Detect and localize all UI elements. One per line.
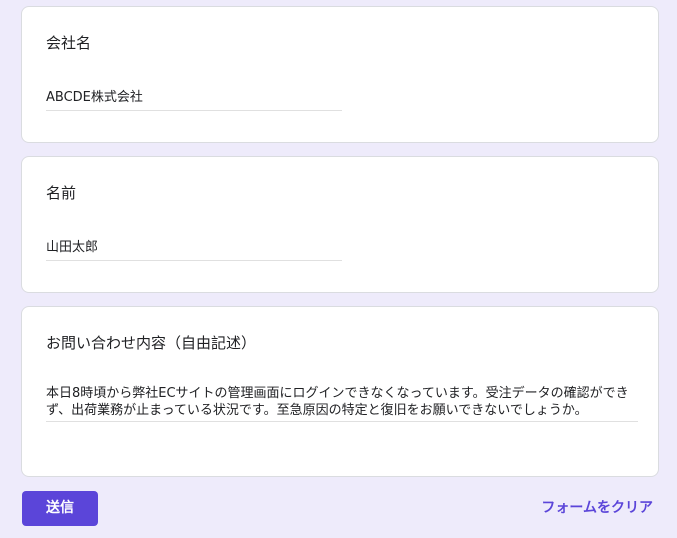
inquiry-answer-field[interactable]: 本日8時頃から弊社ECサイトの管理画面にログインできなくなっています。受注データ…: [46, 385, 638, 422]
question-title-company: 会社名: [46, 34, 92, 52]
name-answer-field[interactable]: 山田太郎: [46, 239, 342, 261]
question-title-inquiry: お問い合わせ内容（自由記述）: [46, 334, 257, 352]
clear-form-button[interactable]: フォームをクリア: [541, 498, 653, 518]
question-card-name: 名前 山田太郎: [21, 156, 659, 293]
submit-button[interactable]: 送信: [22, 491, 98, 526]
question-card-company: 会社名 ABCDE株式会社: [21, 6, 659, 143]
company-answer-field[interactable]: ABCDE株式会社: [46, 89, 342, 111]
question-title-name: 名前: [46, 184, 77, 202]
form-page: 会社名 ABCDE株式会社 名前 山田太郎 お問い合わせ内容（自由記述） 本日8…: [0, 0, 677, 538]
question-card-inquiry: お問い合わせ内容（自由記述） 本日8時頃から弊社ECサイトの管理画面にログインで…: [21, 306, 659, 477]
